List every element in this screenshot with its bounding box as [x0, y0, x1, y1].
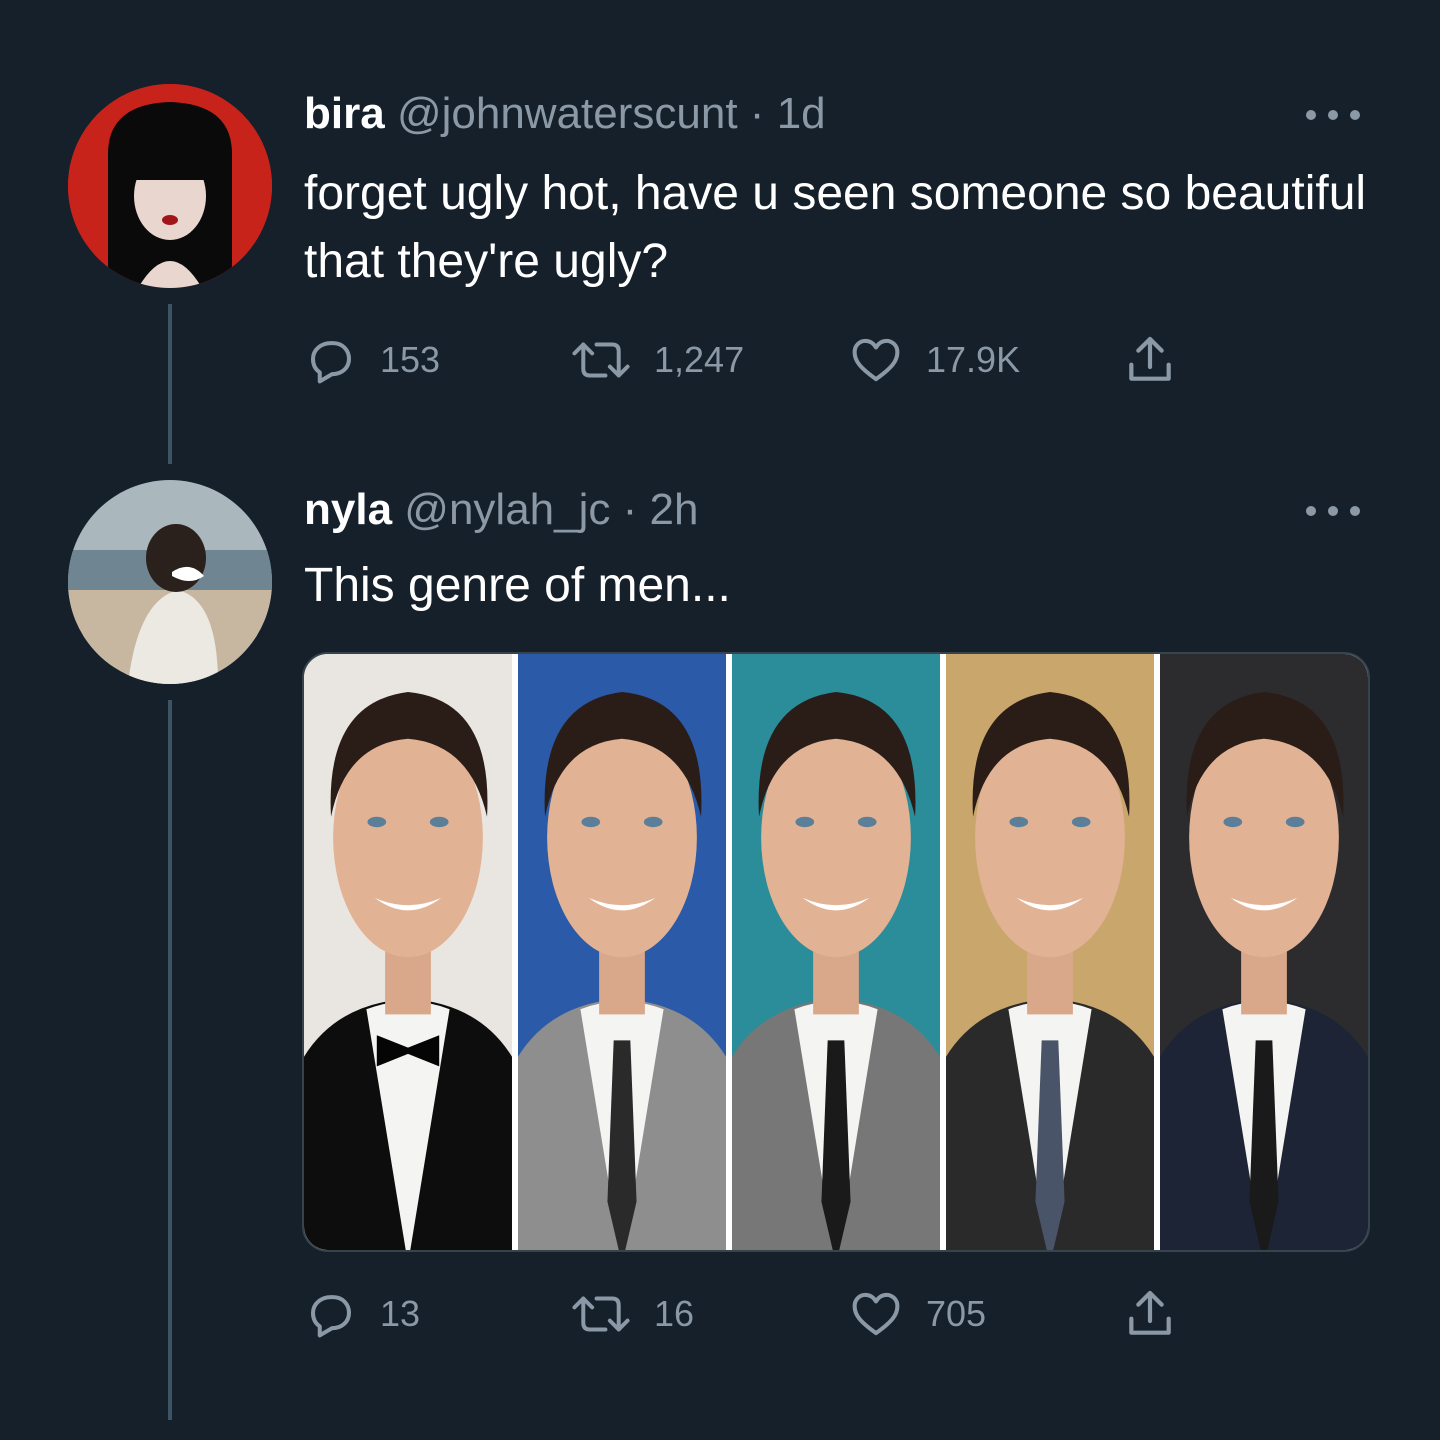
separator: · [622, 485, 638, 534]
like-count: 17.9K [926, 339, 1021, 380]
photo-1[interactable] [304, 654, 512, 1250]
reply-button[interactable]: 13 [304, 1284, 420, 1344]
photo-2[interactable] [512, 654, 726, 1250]
like-count: 705 [926, 1293, 987, 1334]
photo-grid[interactable] [302, 652, 1370, 1252]
tweet-text: This genre of men... [304, 559, 731, 612]
separator: · [749, 89, 765, 138]
photo-3[interactable] [726, 654, 940, 1250]
share-icon [1129, 336, 1171, 381]
like-button[interactable]: 705 [848, 1284, 986, 1344]
avatar[interactable] [68, 480, 272, 684]
like-icon [852, 338, 900, 382]
retweet-count: 1,247 [654, 339, 745, 380]
reply-count: 13 [380, 1293, 421, 1334]
tweet-original[interactable]: bira @johnwaterscunt · 1d forget ugly ho… [0, 0, 1440, 440]
reply-count: 153 [380, 339, 441, 380]
tweet-actions: 153 1,247 17.9K [300, 330, 1200, 390]
retweet-count: 16 [654, 1293, 695, 1334]
timestamp[interactable]: 2h [650, 485, 699, 534]
display-name[interactable]: bira [304, 89, 385, 138]
tweet-text: forget ugly hot, have u seen someone so … [304, 167, 1367, 288]
photo-4[interactable] [940, 654, 1154, 1250]
share-button[interactable] [1122, 1284, 1178, 1344]
handle[interactable]: @nylah_jc [404, 485, 610, 534]
retweet-icon [572, 342, 630, 378]
share-icon [1129, 1290, 1171, 1335]
more-icon[interactable] [1306, 108, 1360, 122]
tweet-header: bira @johnwaterscunt · 1d [304, 88, 826, 140]
retweet-button[interactable]: 1,247 [570, 330, 744, 390]
like-icon [852, 1292, 900, 1336]
handle[interactable]: @johnwaterscunt [397, 89, 738, 138]
more-icon[interactable] [1306, 504, 1360, 518]
display-name[interactable]: nyla [304, 485, 392, 534]
timestamp[interactable]: 1d [777, 89, 826, 138]
reply-icon [310, 341, 352, 384]
reply-button[interactable]: 153 [304, 330, 440, 390]
avatar[interactable] [68, 84, 272, 288]
like-button[interactable]: 17.9K [848, 330, 1020, 390]
tweet-actions: 13 16 705 [300, 1284, 1200, 1344]
retweet-icon [572, 1296, 630, 1332]
photo-5[interactable] [1154, 654, 1368, 1250]
retweet-button[interactable]: 16 [570, 1284, 694, 1344]
tweet-header: nyla @nylah_jc · 2h [304, 484, 698, 536]
share-button[interactable] [1122, 330, 1178, 390]
reply-icon [310, 1295, 352, 1338]
